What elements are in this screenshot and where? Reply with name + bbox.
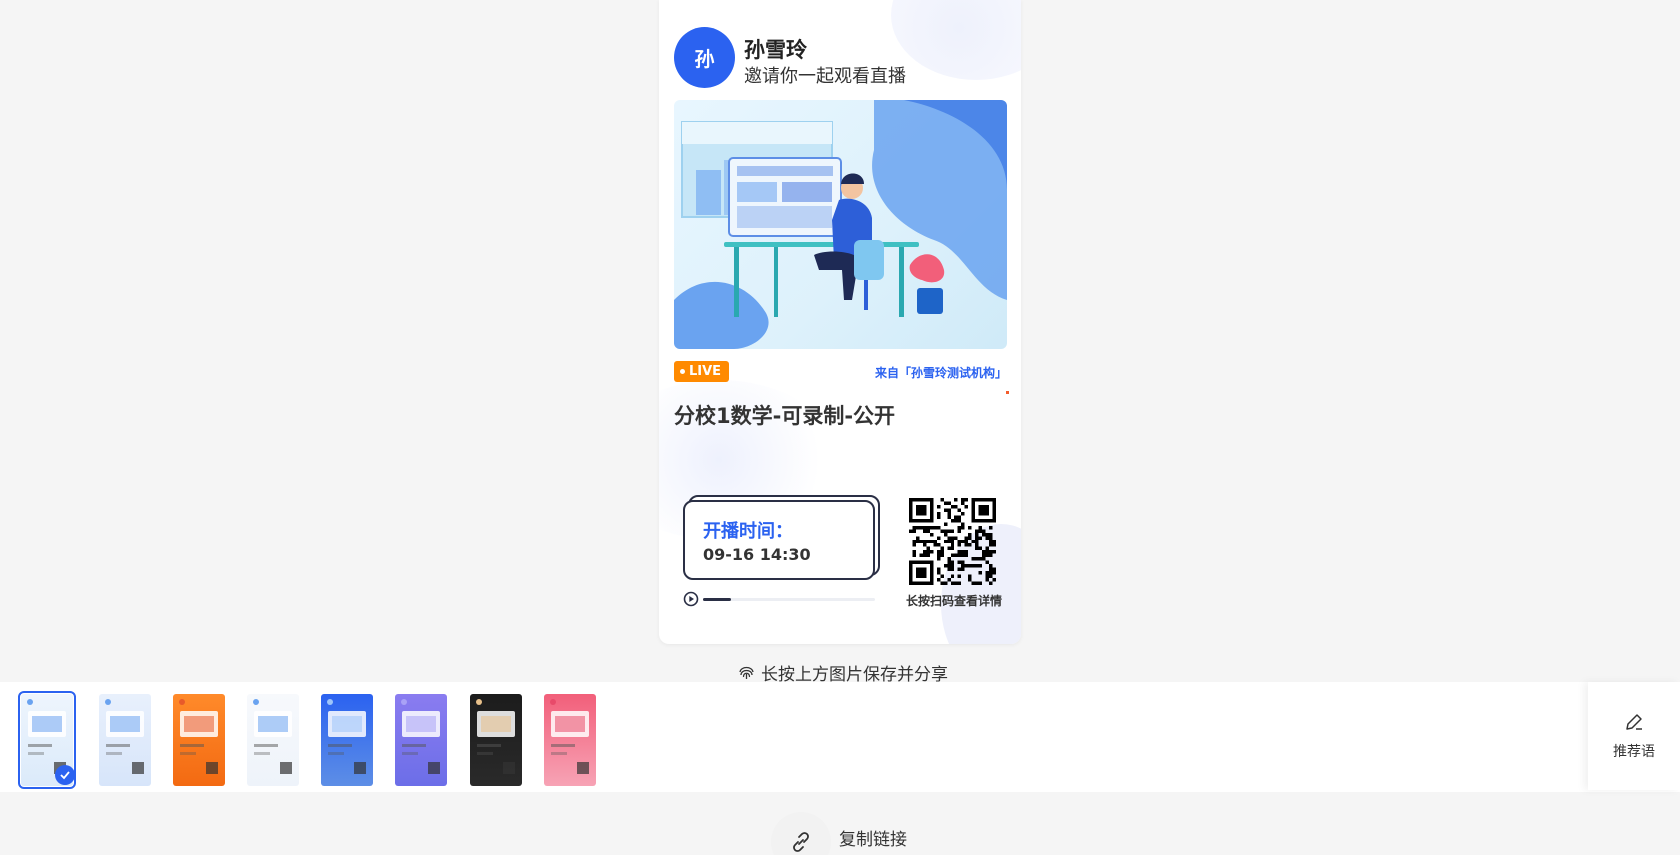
share-poster[interactable]: 孙 孙雪玲 邀请你一起观看直播 LIVE 来自「孙雪玲测试机构」 分校1数学-可… [659,0,1021,644]
live-badge: LIVE [674,361,730,382]
copy-link-button[interactable]: 复制链接 [771,812,907,855]
copy-link-icon-wrap[interactable] [771,812,831,855]
host-avatar: 孙 [674,27,735,88]
template-thumbnail[interactable] [544,694,596,786]
template-thumbnail[interactable] [395,694,447,786]
template-thumbnail[interactable] [470,694,522,786]
start-time-label: 开播时间： [703,521,793,542]
play-circle-icon [683,591,699,607]
live-dot-icon [680,369,685,374]
qr-caption: 长按扫码查看详情 [906,594,1003,608]
organization-label: 来自「孙雪玲测试机构」 [874,366,1007,380]
copy-link-label: 复制链接 [839,829,907,850]
host-name: 孙雪玲 [744,38,807,62]
recommend-text-button[interactable]: 推荐语 [1588,682,1680,790]
template-thumbnail[interactable] [321,694,373,786]
course-title: 分校1数学-可录制-公开 [674,404,896,428]
live-badge-label: LIVE [689,364,722,379]
decor-mark [1006,391,1009,394]
cover-illustration [674,100,1007,349]
person-at-computer-illustration [674,100,1007,349]
invite-text: 邀请你一起观看直播 [744,66,906,87]
template-thumbnail[interactable] [247,694,299,786]
start-time-value: 09-16 14:30 [703,545,811,564]
recommend-text-label: 推荐语 [1613,744,1655,760]
selected-check-icon [55,765,75,785]
template-thumbnail[interactable] [99,694,151,786]
edit-pen-icon [1626,714,1642,730]
template-strip: 推荐语 [0,682,1680,792]
qr-code [909,498,996,585]
fingerprint-icon [739,666,754,679]
link-icon [793,832,809,852]
progress-fill [703,598,731,601]
progress-track [703,598,875,601]
template-thumbnail[interactable] [173,694,225,786]
decor-blob [891,0,1021,80]
